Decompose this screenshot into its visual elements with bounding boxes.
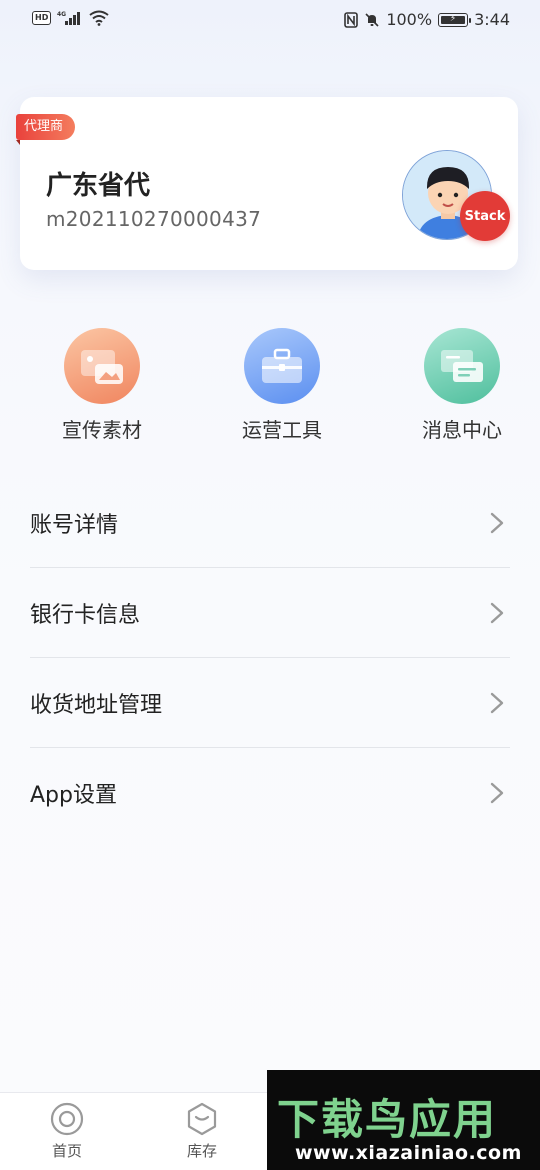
message-icon bbox=[424, 328, 500, 404]
status-right: 100% ⚡ 3:44 bbox=[344, 10, 510, 29]
quick-action-label: 消息中心 bbox=[422, 418, 502, 442]
chevron-right-icon bbox=[490, 692, 504, 713]
menu-item-label: 银行卡信息 bbox=[30, 602, 141, 628]
quick-action-promo-materials[interactable]: 宣传素材 bbox=[32, 328, 172, 443]
toolbox-icon bbox=[244, 328, 320, 404]
watermark-url: www.xiazainiao.com bbox=[295, 1142, 522, 1164]
profile-card[interactable]: 代理商 广东省代 m202110270000437 Stack bbox=[16, 97, 518, 270]
inventory-icon bbox=[187, 1102, 217, 1136]
quick-action-message-center[interactable]: 消息中心 bbox=[392, 328, 532, 443]
profile-id: m202110270000437 bbox=[46, 207, 262, 231]
menu-item-shipping-address[interactable]: 收货地址管理 bbox=[30, 658, 510, 748]
avatar-wrapper[interactable]: Stack bbox=[402, 150, 510, 241]
role-tag: 代理商 bbox=[16, 114, 76, 145]
images-icon bbox=[64, 328, 140, 404]
chevron-right-icon bbox=[490, 512, 504, 533]
chevron-right-icon bbox=[490, 602, 504, 623]
chevron-right-icon bbox=[490, 782, 504, 804]
menu-item-label: 收货地址管理 bbox=[30, 692, 163, 718]
profile-name: 广东省代 bbox=[46, 171, 151, 201]
mute-bell-icon bbox=[365, 12, 379, 27]
signal-icon: 4G bbox=[57, 11, 81, 25]
status-bar: HD 4G 100% ⚡ 3:44 bbox=[0, 0, 540, 40]
home-icon bbox=[50, 1102, 84, 1136]
menu-item-app-settings[interactable]: App设置 bbox=[30, 748, 510, 838]
quick-action-label: 宣传素材 bbox=[62, 418, 142, 442]
nfc-icon bbox=[344, 11, 359, 28]
watermark-title: 下载鸟应用 bbox=[277, 1095, 498, 1144]
settings-menu: 账号详情 银行卡信息 收货地址管理 App设置 bbox=[30, 478, 510, 838]
svg-text:4G: 4G bbox=[57, 11, 66, 18]
nav-tab-label: 首页 bbox=[51, 1142, 82, 1160]
clock: 3:44 bbox=[474, 10, 510, 29]
watermark: 下载鸟应用 www.xiazainiao.com bbox=[267, 1070, 540, 1170]
quick-action-ops-tools[interactable]: 运营工具 bbox=[212, 328, 352, 443]
menu-item-label: App设置 bbox=[30, 783, 117, 808]
nav-tab-home[interactable]: 首页 bbox=[27, 1101, 107, 1161]
nav-tab-label: 库存 bbox=[186, 1142, 217, 1160]
wifi-icon bbox=[89, 10, 109, 26]
nav-tab-inventory[interactable]: 库存 bbox=[162, 1101, 242, 1161]
menu-item-bank-card[interactable]: 银行卡信息 bbox=[30, 568, 510, 658]
menu-item-account-details[interactable]: 账号详情 bbox=[30, 478, 510, 568]
status-left: HD 4G bbox=[32, 10, 109, 26]
hd-indicator: HD bbox=[32, 11, 52, 25]
menu-item-label: 账号详情 bbox=[30, 512, 119, 538]
quick-action-label: 运营工具 bbox=[242, 418, 322, 442]
stack-badge[interactable]: Stack bbox=[460, 191, 510, 241]
battery-icon: ⚡ bbox=[438, 12, 472, 27]
battery-percent: 100% bbox=[386, 10, 433, 29]
